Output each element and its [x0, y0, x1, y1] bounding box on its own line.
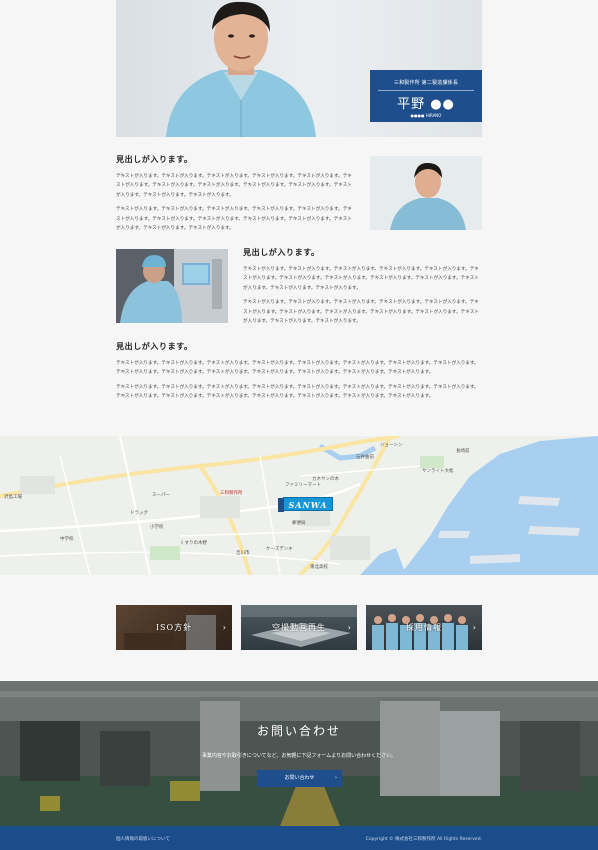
section-paragraph: テキストが入ります。テキストが入ります。テキストが入ります。テキストが入ります。… [116, 361, 479, 376]
banner-label: 空撮動画再生 [272, 623, 326, 632]
interview-photo-2 [116, 249, 228, 323]
banner-recruit[interactable]: 採用情報 › [366, 605, 482, 650]
banner-label: ISO方針 [155, 623, 193, 632]
map-label: ケーズデンキ [266, 547, 293, 552]
contact-button-label: お問い合わせ [284, 775, 315, 781]
interview-photo-1 [370, 156, 482, 230]
profile-name-kana: ●●●● HIRANO [410, 113, 442, 118]
interview-section-2: 見出しが入ります。 テキストが入ります。テキストが入ります。テキストが入ります。… [243, 247, 483, 331]
profile-name: 平野 ●● [397, 97, 455, 112]
map-logo-text: SANWA [288, 500, 328, 510]
section-heading: 見出しが入ります。 [116, 341, 193, 351]
map-label: 郵便局 [292, 521, 306, 526]
footer: 個人情報の取扱いについて Copyright © 株式会社三和製作所 All R… [0, 826, 598, 850]
map-label: 小学校 [150, 525, 164, 530]
map-label: ドラッグ [130, 511, 148, 516]
section-heading: 見出しが入ります。 [243, 247, 320, 257]
map-label: ジョーシン [380, 443, 403, 448]
interview-section-1: 見出しが入ります。 テキストが入ります。テキストが入ります。テキストが入ります。… [116, 154, 356, 238]
banner-label: 採用情報 [406, 623, 442, 632]
section-paragraph: テキストが入ります。テキストが入ります。テキストが入ります。テキストが入ります。… [116, 384, 479, 400]
chevron-right-icon: › [347, 623, 351, 632]
profile-card: 三和製作所 第二製造課係長 平野 ●● ●●●● HIRANO [370, 70, 482, 122]
interview-section-3: 見出しが入ります。 テキストが入ります。テキストが入ります。テキストが入ります。… [116, 341, 482, 407]
section-paragraph: テキストが入ります。テキストが入ります。テキストが入ります。テキストが入ります。… [243, 300, 479, 325]
map-label: 三和製作所 [220, 491, 243, 496]
contact-description: 事業内容やお取引きについてなど、お気軽に下記フォームよりお問い合わせください。 [201, 753, 397, 759]
chevron-right-icon: › [472, 623, 476, 632]
section-heading: 見出しが入ります。 [116, 154, 193, 164]
contact-button[interactable]: お問い合わせ › [257, 770, 342, 787]
map-label: スーパー [152, 493, 170, 498]
map-label: ファミリーマート [285, 483, 321, 488]
interviewee-photo [166, 1, 316, 137]
banner-iso-policy[interactable]: ISO方針 › [116, 605, 232, 650]
chevron-right-icon: › [222, 623, 226, 632]
profile-department: 三和製作所 第二製造課係長 [393, 80, 459, 86]
section-paragraph: テキストが入ります。テキストが入ります。テキストが入ります。テキストが入ります。… [116, 174, 352, 198]
map-label: くすりの木野 [180, 541, 207, 546]
contact-title: お問い合わせ [256, 724, 341, 738]
map-location-marker[interactable]: SANWA [278, 497, 333, 512]
map-label: 吉川市 [236, 551, 250, 556]
section-paragraph: テキストが入ります。テキストが入ります。テキストが入ります。テキストが入ります。… [116, 207, 352, 232]
chevron-right-icon: › [335, 775, 337, 781]
section-paragraph: テキストが入ります。テキストが入ります。テキストが入ります。テキストが入ります。… [243, 267, 479, 291]
map-label: 東北高校 [310, 565, 328, 570]
map-pin-icon [278, 498, 284, 512]
map-label: 長崎前 [456, 449, 470, 454]
map-label: 中学校 [60, 537, 74, 542]
privacy-policy-link[interactable]: 個人情報の取扱いについて [116, 836, 170, 842]
map-label: 沢島工場 [4, 495, 22, 500]
map-label: サンライト大松 [422, 469, 454, 474]
copyright-text: Copyright © 株式会社三和製作所 All Rights Reserve… [365, 837, 482, 842]
banner-aerial-video[interactable]: 空撮動画再生 › [241, 605, 357, 650]
map-label: 石井曲前 [356, 455, 374, 460]
